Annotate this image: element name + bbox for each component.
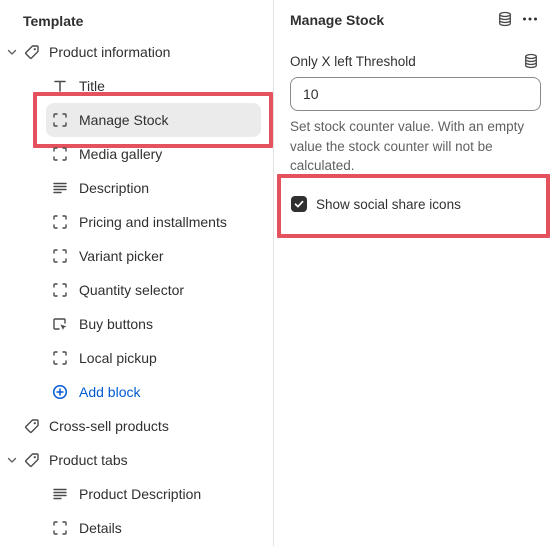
block-label: Pricing and installments [79,214,227,230]
group-cross-sell-products[interactable]: Cross-sell products [23,411,169,441]
block-pricing-and-installments[interactable]: Pricing and installments [51,207,227,237]
block-label: Manage Stock [79,112,169,128]
block-product-description[interactable]: Product Description [51,479,201,509]
block-label: Local pickup [79,350,157,366]
block-description[interactable]: Description [51,173,149,203]
text-icon [51,77,69,95]
block-label: Details [79,520,122,536]
block-title[interactable]: Title [51,71,105,101]
cursor-block-icon [51,315,69,333]
template-sidebar: Template Product information Title Manag… [0,0,274,546]
dashed-block-icon [51,281,69,299]
dashed-block-icon [51,145,69,163]
block-label: Title [79,78,105,94]
checkbox-checked[interactable] [291,196,307,212]
chevron-down-icon[interactable] [5,453,19,467]
plus-circle-icon [51,383,69,401]
block-label: Description [79,180,150,196]
database-icon[interactable] [524,53,538,72]
dashed-block-icon [51,213,69,231]
dashed-block-icon [51,349,69,367]
group-label: Product information [49,44,171,60]
paragraph-icon [51,485,69,503]
group-product-tabs[interactable]: Product tabs [23,445,128,475]
group-product-information[interactable]: Product information [23,37,170,67]
panel-title: Manage Stock [290,12,385,28]
checkbox-label: Show social share icons [316,196,461,212]
chevron-down-icon[interactable] [5,45,19,59]
group-label: Cross-sell products [49,418,169,434]
block-manage-stock[interactable]: Manage Stock [46,103,261,137]
block-label: Media gallery [79,146,163,162]
block-label: Buy buttons [79,316,153,332]
tag-icon [23,43,41,61]
add-block-label: Add block [79,384,141,400]
threshold-input[interactable] [290,77,541,111]
tag-icon [23,417,41,435]
threshold-help-text: Set stock counter value. With an empty v… [290,119,525,173]
threshold-label: Only X left Threshold [290,54,416,69]
group-label: Product tabs [49,452,128,468]
section-title: Template [23,13,84,29]
more-options-icon[interactable] [522,11,538,30]
tag-icon [23,451,41,469]
settings-panel: Manage Stock Only X left Threshold Set s… [275,0,552,546]
paragraph-icon [51,179,69,197]
dashed-block-icon [51,247,69,265]
block-local-pickup[interactable]: Local pickup [51,343,157,373]
block-variant-picker[interactable]: Variant picker [51,241,164,271]
add-block-button[interactable]: Add block [51,377,140,407]
block-media-gallery[interactable]: Media gallery [51,139,162,169]
block-quantity-selector[interactable]: Quantity selector [51,275,184,305]
block-label: Quantity selector [79,282,185,298]
block-buy-buttons[interactable]: Buy buttons [51,309,153,339]
panel-actions [498,11,538,30]
dashed-block-icon [51,111,69,129]
database-icon[interactable] [498,11,512,30]
block-label: Variant picker [79,248,164,264]
block-label: Product Description [79,486,202,502]
dashed-block-icon [51,519,69,537]
social-share-checkbox-row[interactable]: Show social share icons [291,196,461,212]
block-details[interactable]: Details [51,513,122,543]
